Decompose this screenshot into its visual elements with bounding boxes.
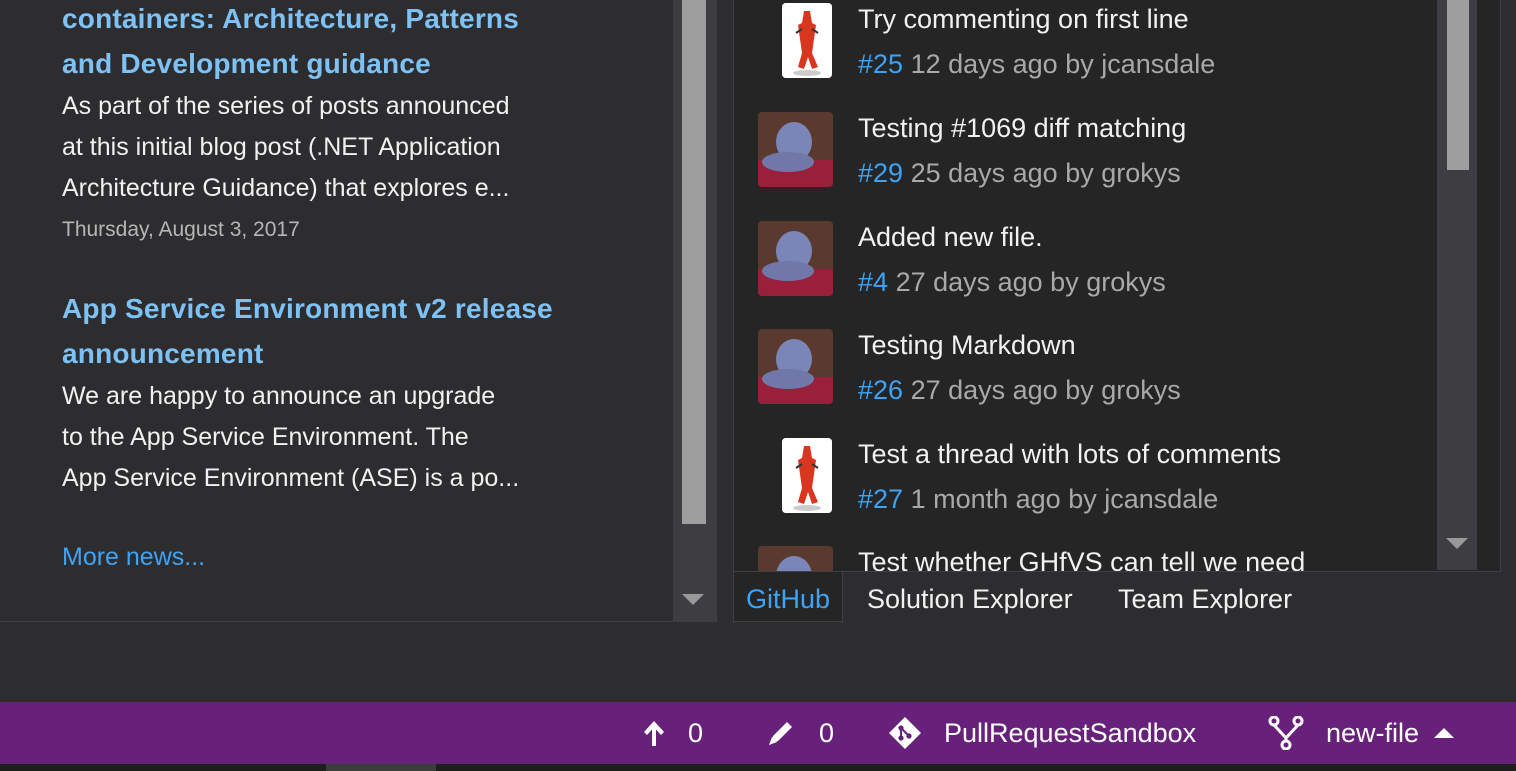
news-item: containers: Architecture, Patterns and D… bbox=[62, 0, 622, 251]
unpushed-commits-button[interactable]: 0 bbox=[642, 702, 703, 764]
repository-name: PullRequestSandbox bbox=[944, 717, 1197, 748]
news-scrollbar-thumb[interactable] bbox=[682, 0, 706, 524]
pull-request-meta: #4 27 days ago by grokys bbox=[858, 263, 1166, 301]
news-scroll-down-arrow-icon[interactable] bbox=[682, 594, 704, 605]
pull-request-title: Try commenting on first line bbox=[858, 4, 1189, 34]
pull-request-item[interactable]: Testing #1069 diff matching #29 25 days … bbox=[734, 109, 1439, 217]
news-date: Thursday, August 3, 2017 bbox=[62, 218, 300, 241]
pencil-icon bbox=[769, 722, 792, 745]
person-avatar bbox=[758, 546, 833, 571]
news-title-link[interactable]: containers: Architecture, Patterns and D… bbox=[62, 0, 622, 86]
news-item: App Service Environment v2 release annou… bbox=[62, 286, 622, 499]
person-avatar bbox=[758, 329, 833, 404]
pull-request-number[interactable]: #26 bbox=[858, 375, 903, 405]
pull-request-title: Test whether GHfVS can tell we need bbox=[858, 547, 1306, 572]
tab-team-explorer[interactable]: Team Explorer bbox=[1118, 572, 1292, 622]
news-summary: As part of the series of posts announced… bbox=[62, 86, 622, 209]
pull-request-title: Added new file. bbox=[858, 222, 1043, 252]
person-avatar bbox=[758, 221, 833, 296]
caret-up-icon bbox=[1434, 728, 1455, 738]
pending-changes-count: 0 bbox=[819, 717, 835, 748]
pull-request-scroll-down-arrow-icon[interactable] bbox=[1446, 538, 1468, 549]
arrow-up-icon bbox=[644, 721, 664, 746]
news-summary: We are happy to announce an upgrade to t… bbox=[62, 376, 622, 499]
tab-solution-explorer[interactable]: Solution Explorer bbox=[867, 572, 1073, 622]
pull-request-age-author: 12 days ago by jcansdale bbox=[910, 49, 1216, 79]
repository-button[interactable]: PullRequestSandbox bbox=[888, 702, 1196, 764]
person-avatar bbox=[758, 112, 833, 187]
branch-icon bbox=[1268, 716, 1304, 750]
window-bottom-edge-segment bbox=[326, 764, 436, 771]
news-title-line: containers: Architecture, Patterns bbox=[62, 3, 520, 34]
news-title-line: announcement bbox=[62, 338, 264, 369]
octocat-avatar bbox=[782, 438, 832, 513]
branch-button[interactable]: new-file bbox=[1268, 702, 1455, 764]
more-news-link[interactable]: More news... bbox=[62, 543, 205, 572]
news-title-link[interactable]: App Service Environment v2 release annou… bbox=[62, 286, 622, 376]
pull-request-meta: #25 12 days ago by jcansdale bbox=[858, 45, 1215, 83]
pull-request-title: Testing #1069 diff matching bbox=[858, 113, 1187, 143]
unpushed-commits-count: 0 bbox=[688, 717, 704, 748]
pull-request-age-author: 1 month ago by jcansdale bbox=[910, 484, 1219, 514]
news-panel: containers: Architecture, Patterns and D… bbox=[0, 0, 718, 622]
pull-request-age-author: 27 days ago by grokys bbox=[910, 375, 1181, 405]
pull-request-meta: #26 27 days ago by grokys bbox=[858, 371, 1181, 409]
news-summary-line: As part of the series of posts announced bbox=[62, 92, 510, 120]
tab-github[interactable]: GitHub bbox=[733, 572, 844, 622]
news-title-line: App Service Environment v2 release bbox=[62, 293, 553, 324]
pull-request-title: Test a thread with lots of comments bbox=[858, 439, 1282, 469]
pull-request-age-author: 27 days ago by grokys bbox=[895, 267, 1166, 297]
pull-request-meta: #29 25 days ago by grokys bbox=[858, 154, 1181, 192]
pull-request-scrollbar-thumb[interactable] bbox=[1447, 0, 1469, 170]
news-summary-line: We are happy to announce an upgrade bbox=[62, 382, 496, 410]
pull-request-number[interactable]: #29 bbox=[858, 158, 903, 188]
pull-request-item[interactable]: Test a thread with lots of comments #27 … bbox=[734, 435, 1439, 543]
branch-name: new-file bbox=[1326, 717, 1420, 748]
pull-request-list-panel: Try commenting on first line #25 12 days… bbox=[733, 0, 1501, 572]
pull-request-number[interactable]: #4 bbox=[858, 267, 888, 297]
news-title-line: and Development guidance bbox=[62, 48, 431, 79]
news-summary-line: to the App Service Environment. The bbox=[62, 423, 469, 451]
pending-changes-button[interactable]: 0 bbox=[767, 702, 834, 764]
pull-request-item[interactable]: Try commenting on first line #25 12 days… bbox=[734, 0, 1439, 108]
pull-request-item[interactable]: Testing Markdown #26 27 days ago by grok… bbox=[734, 326, 1439, 434]
status-bar: 0 0 PullRequestSandbox new-file bbox=[0, 702, 1516, 764]
news-summary-line: Architecture Guidance) that explores e..… bbox=[62, 174, 510, 202]
pull-request-title: Testing Markdown bbox=[858, 330, 1076, 360]
pull-request-meta: #27 1 month ago by jcansdale bbox=[858, 480, 1218, 518]
news-summary-line: at this initial blog post (.NET Applicat… bbox=[62, 133, 501, 161]
pull-request-number[interactable]: #27 bbox=[858, 484, 903, 514]
window-bottom-edge bbox=[0, 764, 1516, 771]
news-summary-line: App Service Environment (ASE) is a po... bbox=[62, 464, 520, 492]
pull-request-number[interactable]: #25 bbox=[858, 49, 903, 79]
pull-request-item[interactable]: Test whether GHfVS can tell we need bbox=[734, 543, 1439, 572]
octocat-avatar bbox=[782, 3, 832, 78]
pull-request-item[interactable]: Added new file. #4 27 days ago by grokys bbox=[734, 218, 1439, 326]
git-repo-icon bbox=[889, 717, 921, 749]
pull-request-age-author: 25 days ago by grokys bbox=[910, 158, 1181, 188]
